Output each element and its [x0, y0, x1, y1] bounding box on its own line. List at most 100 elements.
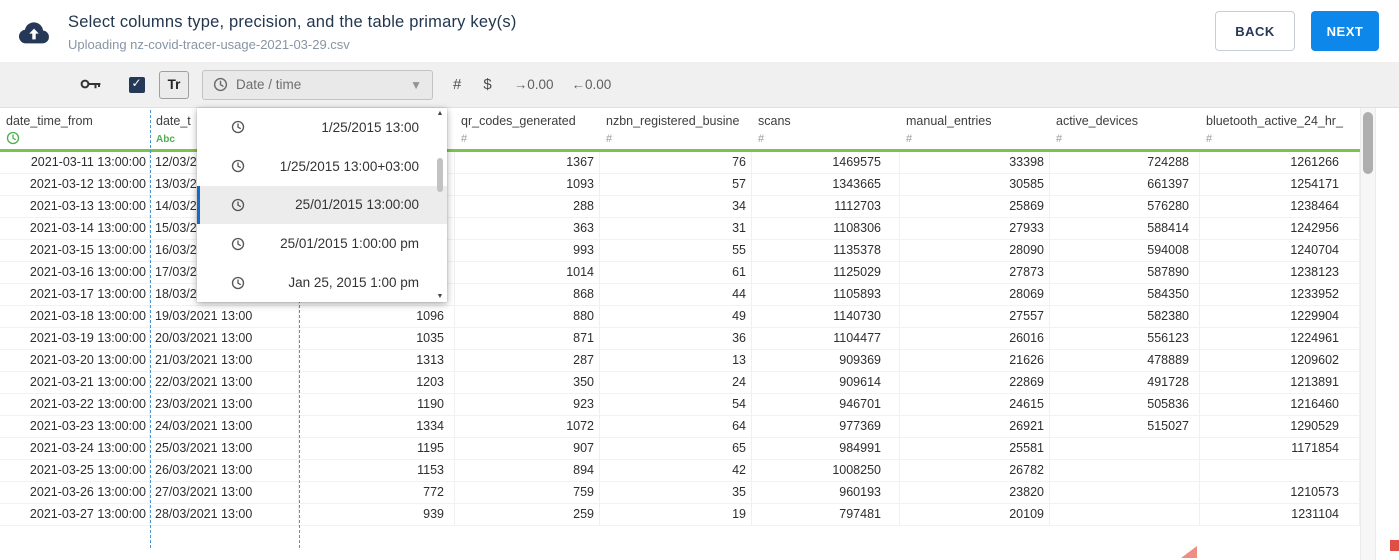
cell[interactable]: 76	[600, 152, 752, 174]
cell[interactable]: 26782	[900, 460, 1050, 482]
cell[interactable]: 13	[600, 350, 752, 372]
menu-scrollbar[interactable]: ▲ ▼	[435, 110, 445, 300]
cell[interactable]: 1367	[455, 152, 600, 174]
cell[interactable]: 1096	[299, 306, 455, 328]
back-button[interactable]: BACK	[1215, 11, 1295, 51]
cell[interactable]: 1195	[299, 438, 455, 460]
cell[interactable]: 772	[299, 482, 455, 504]
cell[interactable]: 54	[600, 394, 752, 416]
cell[interactable]: 2021-03-26 13:00:00	[0, 482, 150, 504]
cell[interactable]: 587890	[1050, 262, 1200, 284]
cell[interactable]: 22/03/2021 13:00	[150, 372, 299, 394]
cell[interactable]: 1171854	[1200, 438, 1360, 460]
text-type-button[interactable]: Tr	[159, 70, 189, 99]
cell[interactable]: 44	[600, 284, 752, 306]
cell[interactable]: 946701	[752, 394, 900, 416]
cell[interactable]: 1112703	[752, 196, 900, 218]
scroll-down-icon[interactable]: ▼	[435, 293, 445, 300]
decrease-precision-button[interactable]: ←0.00	[571, 77, 611, 92]
currency-type-button[interactable]: $	[483, 76, 491, 93]
cell[interactable]: 2021-03-25 13:00:00	[0, 460, 150, 482]
cell[interactable]: 1072	[455, 416, 600, 438]
cell[interactable]: 21626	[900, 350, 1050, 372]
cell[interactable]: 2021-03-17 13:00:00	[0, 284, 150, 306]
cell[interactable]: 2021-03-18 13:00:00	[0, 306, 150, 328]
cell[interactable]: 1240704	[1200, 240, 1360, 262]
date-format-option[interactable]: 1/25/2015 13:00	[197, 108, 447, 147]
cell[interactable]	[1200, 460, 1360, 482]
cell[interactable]: 26016	[900, 328, 1050, 350]
cell[interactable]: 868	[455, 284, 600, 306]
cell[interactable]: 1261266	[1200, 152, 1360, 174]
cell[interactable]: 27933	[900, 218, 1050, 240]
cell[interactable]: 594008	[1050, 240, 1200, 262]
cell[interactable]: 1104477	[752, 328, 900, 350]
cell[interactable]: 907	[455, 438, 600, 460]
primary-key-icon[interactable]	[80, 77, 102, 93]
date-format-option[interactable]: 25/01/2015 1:00:00 pm	[197, 224, 447, 263]
cell[interactable]: 1254171	[1200, 174, 1360, 196]
cell[interactable]: 724288	[1050, 152, 1200, 174]
cell[interactable]: 27873	[900, 262, 1050, 284]
cell[interactable]: 1014	[455, 262, 600, 284]
cell[interactable]: 2021-03-14 13:00:00	[0, 218, 150, 240]
cell[interactable]: 28090	[900, 240, 1050, 262]
cell[interactable]: 871	[455, 328, 600, 350]
cell[interactable]: 1190	[299, 394, 455, 416]
cell[interactable]: 21/03/2021 13:00	[150, 350, 299, 372]
column-header-active_devices[interactable]: active_devices #	[1050, 108, 1200, 149]
cell[interactable]: 42	[600, 460, 752, 482]
cell[interactable]: 1334	[299, 416, 455, 438]
cell[interactable]: 923	[455, 394, 600, 416]
cell[interactable]: 880	[455, 306, 600, 328]
cell[interactable]: 2021-03-24 13:00:00	[0, 438, 150, 460]
cell[interactable]: 576280	[1050, 196, 1200, 218]
cell[interactable]: 61	[600, 262, 752, 284]
cell[interactable]: 28069	[900, 284, 1050, 306]
cell[interactable]	[1050, 504, 1200, 526]
date-format-option[interactable]: 25/01/2015 13:00:00	[197, 185, 447, 225]
cell[interactable]: 582380	[1050, 306, 1200, 328]
cell[interactable]: 57	[600, 174, 752, 196]
cell[interactable]: 1233952	[1200, 284, 1360, 306]
cell[interactable]: 894	[455, 460, 600, 482]
cell[interactable]: 1125029	[752, 262, 900, 284]
cell[interactable]: 939	[299, 504, 455, 526]
increase-precision-button[interactable]: →0.00	[514, 77, 554, 92]
cell[interactable]: 25869	[900, 196, 1050, 218]
cell[interactable]: 1105893	[752, 284, 900, 306]
cell[interactable]: 55	[600, 240, 752, 262]
include-column-checkbox[interactable]	[129, 76, 145, 93]
vertical-scrollbar-thumb[interactable]	[1363, 112, 1373, 174]
scroll-up-icon[interactable]: ▲	[435, 110, 445, 117]
cell[interactable]: 556123	[1050, 328, 1200, 350]
cell[interactable]: 1238464	[1200, 196, 1360, 218]
cell[interactable]: 64	[600, 416, 752, 438]
cell[interactable]: 20109	[900, 504, 1050, 526]
column-header-scans[interactable]: scans #	[752, 108, 900, 149]
column-header-qr_codes_generated[interactable]: qr_codes_generated #	[455, 108, 600, 149]
cell[interactable]: 960193	[752, 482, 900, 504]
cell[interactable]: 23/03/2021 13:00	[150, 394, 299, 416]
cell[interactable]: 1153	[299, 460, 455, 482]
cell[interactable]: 1343665	[752, 174, 900, 196]
cell[interactable]: 1203	[299, 372, 455, 394]
cell[interactable]: 363	[455, 218, 600, 240]
cell[interactable]: 478889	[1050, 350, 1200, 372]
cell[interactable]	[1050, 438, 1200, 460]
cell[interactable]: 31	[600, 218, 752, 240]
cell[interactable]: 26921	[900, 416, 1050, 438]
cell[interactable]: 49	[600, 306, 752, 328]
cell[interactable]: 515027	[1050, 416, 1200, 438]
cell[interactable]: 909614	[752, 372, 900, 394]
cell[interactable]: 584350	[1050, 284, 1200, 306]
column-header-nzbn_registered_busine[interactable]: nzbn_registered_busine #	[600, 108, 752, 149]
cell[interactable]: 2021-03-19 13:00:00	[0, 328, 150, 350]
cell[interactable]: 1238123	[1200, 262, 1360, 284]
cell[interactable]: 25/03/2021 13:00	[150, 438, 299, 460]
cell[interactable]: 2021-03-13 13:00:00	[0, 196, 150, 218]
cell[interactable]: 1093	[455, 174, 600, 196]
cell[interactable]: 1213891	[1200, 372, 1360, 394]
cell[interactable]: 1231104	[1200, 504, 1360, 526]
cell[interactable]: 1035	[299, 328, 455, 350]
